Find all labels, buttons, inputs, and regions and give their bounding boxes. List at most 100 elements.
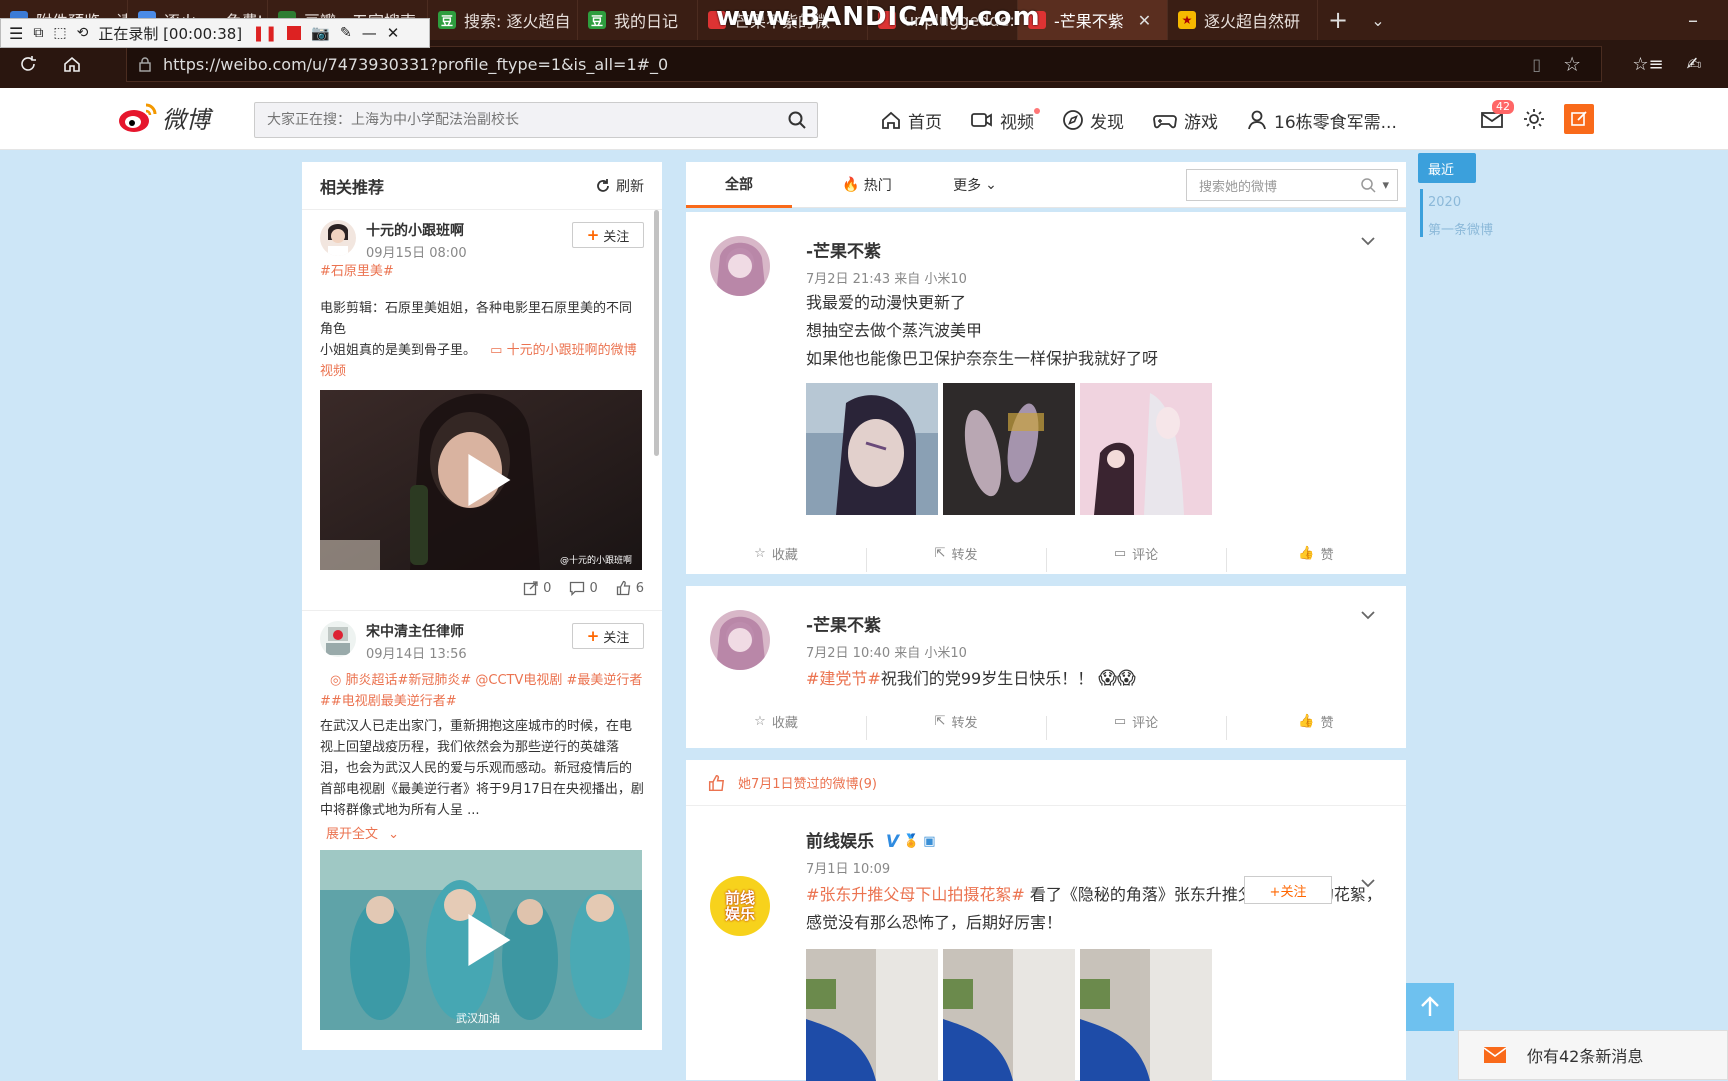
search-icon[interactable] bbox=[1360, 177, 1376, 193]
back-to-top-button[interactable] bbox=[1406, 983, 1454, 1031]
nav-video[interactable]: 视频 bbox=[970, 107, 1040, 133]
camera-icon[interactable]: 📷 bbox=[311, 24, 330, 42]
timeline-year[interactable]: 2020 bbox=[1428, 195, 1461, 210]
follow-button[interactable]: +关注 bbox=[572, 623, 644, 649]
avatar[interactable] bbox=[710, 610, 770, 670]
url-bar[interactable]: https://weibo.com/u/7473930331?profile_f… bbox=[126, 46, 1602, 82]
follow-button[interactable]: +关注 bbox=[1244, 876, 1332, 904]
caret-down-icon[interactable]: ▾ bbox=[1382, 178, 1389, 193]
avatar[interactable] bbox=[320, 621, 356, 657]
post-image[interactable] bbox=[943, 383, 1075, 515]
top-nav: 首页 视频 发现 游戏 16栋零食军需... bbox=[880, 102, 1425, 138]
menu-icon[interactable]: ☰ bbox=[9, 24, 23, 43]
mail-button[interactable]: 42 bbox=[1480, 100, 1514, 130]
stop-icon[interactable] bbox=[287, 26, 302, 40]
tab-all[interactable]: 全部 bbox=[686, 162, 792, 208]
liked-header[interactable]: 她7月1日赞过的微博(9) bbox=[686, 760, 1406, 806]
loop-icon[interactable]: ⟲ bbox=[77, 25, 89, 41]
recommend-text: 小姐姐真的是美到骨子里。 bbox=[320, 343, 477, 358]
search-icon[interactable] bbox=[777, 110, 817, 130]
tab-list-chevron-icon[interactable]: ⌄ bbox=[1358, 11, 1398, 30]
search-box[interactable] bbox=[254, 102, 818, 138]
video-player[interactable]: @十元的小跟班啊 bbox=[320, 390, 642, 570]
play-icon[interactable] bbox=[468, 454, 511, 506]
chevron-down-icon[interactable] bbox=[1360, 878, 1376, 888]
home-icon[interactable] bbox=[50, 42, 94, 86]
follow-button[interactable]: +关注 bbox=[572, 222, 644, 248]
favorites-list-icon[interactable]: ☆≡ bbox=[1630, 46, 1666, 82]
forward-button[interactable]: ⇱ 转发 bbox=[866, 712, 1046, 740]
post-image[interactable] bbox=[1080, 383, 1212, 515]
avatar[interactable] bbox=[320, 220, 356, 256]
refresh-button[interactable]: 刷新 bbox=[594, 176, 644, 196]
play-icon[interactable] bbox=[468, 914, 511, 966]
post-image[interactable] bbox=[806, 949, 938, 1081]
browser-tab[interactable]: ★ 逐火超自然研 bbox=[1168, 0, 1318, 40]
like-button[interactable]: 👍 赞 bbox=[1226, 544, 1406, 572]
settings-button[interactable] bbox=[1522, 107, 1546, 131]
forward-button[interactable]: ⇱ 转发 bbox=[866, 544, 1046, 572]
hashtag-link[interactable]: #建党节# bbox=[806, 669, 881, 688]
pen-icon[interactable]: ✎ bbox=[340, 25, 352, 41]
search-input[interactable] bbox=[255, 111, 777, 129]
expand-full-text[interactable]: 展开全文 ⌄ bbox=[326, 823, 644, 842]
avatar[interactable]: 前线娱乐 bbox=[710, 876, 770, 936]
reload-icon[interactable] bbox=[6, 42, 50, 86]
compose-button[interactable] bbox=[1564, 104, 1594, 134]
recommend-name[interactable]: 十元的小跟班啊 bbox=[366, 220, 467, 240]
favorite-button[interactable]: ☆ 收藏 bbox=[686, 712, 866, 731]
new-message-toast[interactable]: 你有42条新消息 bbox=[1458, 1030, 1728, 1080]
post-author[interactable]: -芒果不紫 bbox=[806, 614, 1382, 638]
comment-button[interactable]: ▭ 评论 bbox=[1046, 544, 1226, 572]
nav-game[interactable]: 游戏 bbox=[1152, 108, 1218, 133]
timeline-recent[interactable]: 最近 bbox=[1418, 153, 1476, 183]
reader-icon[interactable]: ▯ bbox=[1532, 55, 1541, 74]
like-count[interactable]: 6 bbox=[616, 580, 644, 596]
minimize-icon[interactable]: – bbox=[1688, 8, 1698, 32]
post-author[interactable]: 前线娱乐 V 🏅 ▣ bbox=[806, 830, 1382, 854]
chevron-down-icon: ⌄ bbox=[388, 827, 400, 842]
favorite-button[interactable]: ☆ 收藏 bbox=[686, 544, 866, 563]
post-image[interactable] bbox=[806, 383, 938, 515]
window-icon[interactable]: ⧉ bbox=[33, 25, 43, 41]
post-image[interactable] bbox=[943, 949, 1075, 1081]
tab-hot[interactable]: 🔥 热门 bbox=[822, 162, 912, 208]
comment-icon: ▭ bbox=[1113, 713, 1127, 729]
recommend-scrollbar[interactable] bbox=[654, 210, 659, 456]
post-author[interactable]: -芒果不紫 bbox=[806, 240, 1382, 264]
pen-note-icon[interactable]: ✍ bbox=[1676, 46, 1712, 82]
new-tab-icon[interactable]: + bbox=[1318, 6, 1358, 34]
chevron-down-icon[interactable] bbox=[1360, 236, 1376, 246]
chevron-down-icon: ⌄ bbox=[985, 177, 997, 193]
recommend-name[interactable]: 宋中清主任律师 bbox=[366, 621, 467, 641]
avatar[interactable] bbox=[710, 236, 770, 296]
browser-tab[interactable]: 豆 搜索: 逐火超自 bbox=[428, 0, 578, 40]
post-image[interactable] bbox=[1080, 949, 1212, 1081]
post-meta: 7月1日 10:09 bbox=[806, 862, 891, 877]
forward-count[interactable]: 0 bbox=[523, 580, 551, 596]
favorite-star-icon[interactable]: ☆ bbox=[1563, 52, 1581, 76]
feed-search-input[interactable]: 搜索她的微博 ▾ bbox=[1186, 169, 1398, 201]
hashtag-link[interactable]: 肺炎超话#新冠肺炎# @CCTV电视剧 #最美逆行者##电视剧最美逆行者# bbox=[320, 673, 642, 709]
tab-more[interactable]: 更多 ⌄ bbox=[930, 162, 1020, 208]
comment-button[interactable]: ▭ 评论 bbox=[1046, 712, 1226, 740]
pause-icon[interactable]: ❚❚ bbox=[252, 24, 277, 42]
minimize-recorder-icon[interactable]: — bbox=[362, 24, 377, 42]
video-player[interactable]: 武汉加油 bbox=[320, 850, 642, 1030]
like-button[interactable]: 👍 赞 bbox=[1226, 712, 1406, 740]
chevron-down-icon[interactable] bbox=[1360, 610, 1376, 620]
nav-profile[interactable]: 16栋零食军需... bbox=[1246, 108, 1397, 133]
nav-discover[interactable]: 发现 bbox=[1062, 108, 1124, 133]
comment-count[interactable]: 0 bbox=[569, 580, 598, 596]
timeline-first-post[interactable]: 第一条微博 bbox=[1428, 219, 1493, 238]
browser-tab[interactable]: 豆 我的日记 bbox=[578, 0, 698, 40]
hashtag-link[interactable]: #张东升推父母下山拍摄花絮# bbox=[806, 885, 1025, 904]
close-tab-icon[interactable]: ✕ bbox=[1138, 11, 1151, 30]
comment-icon bbox=[570, 581, 585, 596]
nav-home[interactable]: 首页 bbox=[880, 108, 942, 133]
weibo-logo[interactable]: 微博 bbox=[118, 100, 210, 135]
region-icon[interactable]: ⬚ bbox=[53, 25, 66, 41]
post-images bbox=[806, 383, 1382, 515]
hashtag-link[interactable]: #石原里美# bbox=[320, 264, 394, 279]
close-recorder-icon[interactable]: ✕ bbox=[387, 24, 400, 42]
